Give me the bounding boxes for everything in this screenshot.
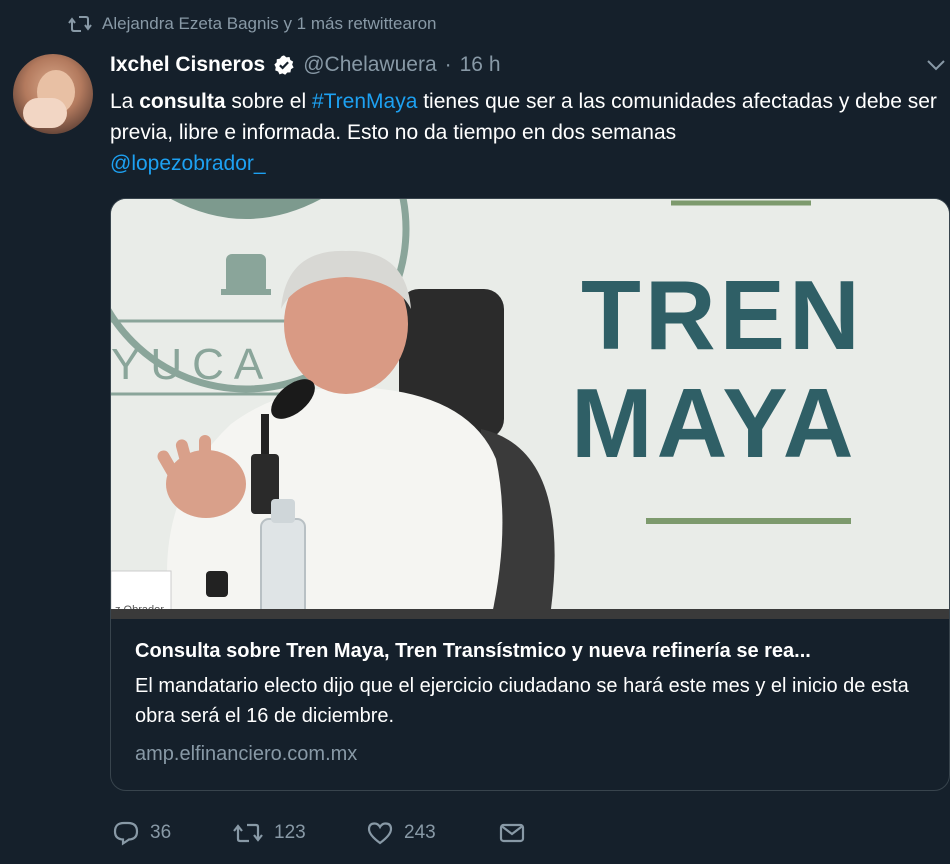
reply-count: 36 — [150, 822, 172, 843]
card-image[interactable]: YUCA TREN MAYA — [111, 199, 949, 619]
retweet-context: Alejandra Ezeta Bagnis y 1 más retwittea… — [68, 14, 437, 34]
retweet-icon — [233, 823, 263, 843]
reply-icon — [113, 821, 139, 846]
bold-word: consulta — [139, 90, 226, 113]
dm-icon — [499, 823, 525, 843]
like-button[interactable]: 243 — [366, 820, 498, 846]
sign-line-2: MAYA — [571, 368, 858, 478]
card-photo: YUCA TREN MAYA — [111, 199, 949, 619]
author-name[interactable]: Ixchel Cisneros — [110, 53, 265, 77]
hashtag-link[interactable]: #TrenMaya — [312, 90, 417, 113]
separator-dot: · — [444, 53, 452, 76]
direct-message-button[interactable] — [498, 820, 526, 846]
retweet-context-text[interactable]: Alejandra Ezeta Bagnis y 1 más retwittea… — [102, 14, 437, 34]
chevron-down-icon[interactable] — [926, 58, 946, 72]
like-count: 243 — [404, 822, 436, 843]
card-domain[interactable]: amp.elfinanciero.com.mx — [135, 743, 925, 766]
like-icon — [367, 822, 393, 845]
tweet-actions: 36 123 243 — [112, 820, 526, 846]
tweet-text: La consulta sobre el #TrenMaya tienes qu… — [110, 90, 937, 175]
tweet-header: Ixchel Cisneros @Chelawuera · 16 h — [110, 53, 501, 77]
retweet-icon — [68, 16, 92, 32]
tweet-timestamp[interactable]: 16 h — [460, 53, 501, 77]
verified-badge-icon — [274, 55, 294, 75]
retweet-button[interactable]: 123 — [232, 820, 366, 846]
card-body: Consulta sobre Tren Maya, Tren Transístm… — [111, 619, 949, 766]
reply-button[interactable]: 36 — [112, 820, 232, 846]
card-title[interactable]: Consulta sobre Tren Maya, Tren Transístm… — [135, 637, 925, 665]
sign-line-1: TREN — [581, 260, 864, 370]
link-card[interactable]: YUCA TREN MAYA Consulta sobre Tren Maya,… — [110, 198, 950, 791]
avatar[interactable] — [13, 54, 93, 134]
water-bottle — [260, 518, 306, 619]
retweet-count: 123 — [274, 822, 306, 843]
mention-link[interactable]: @lopezobrador_ — [110, 152, 266, 175]
author-handle[interactable]: @Chelawuera — [303, 53, 436, 77]
seal-text: YUCA — [111, 340, 273, 389]
card-description: El mandatario electo dijo que el ejercic… — [135, 675, 909, 727]
